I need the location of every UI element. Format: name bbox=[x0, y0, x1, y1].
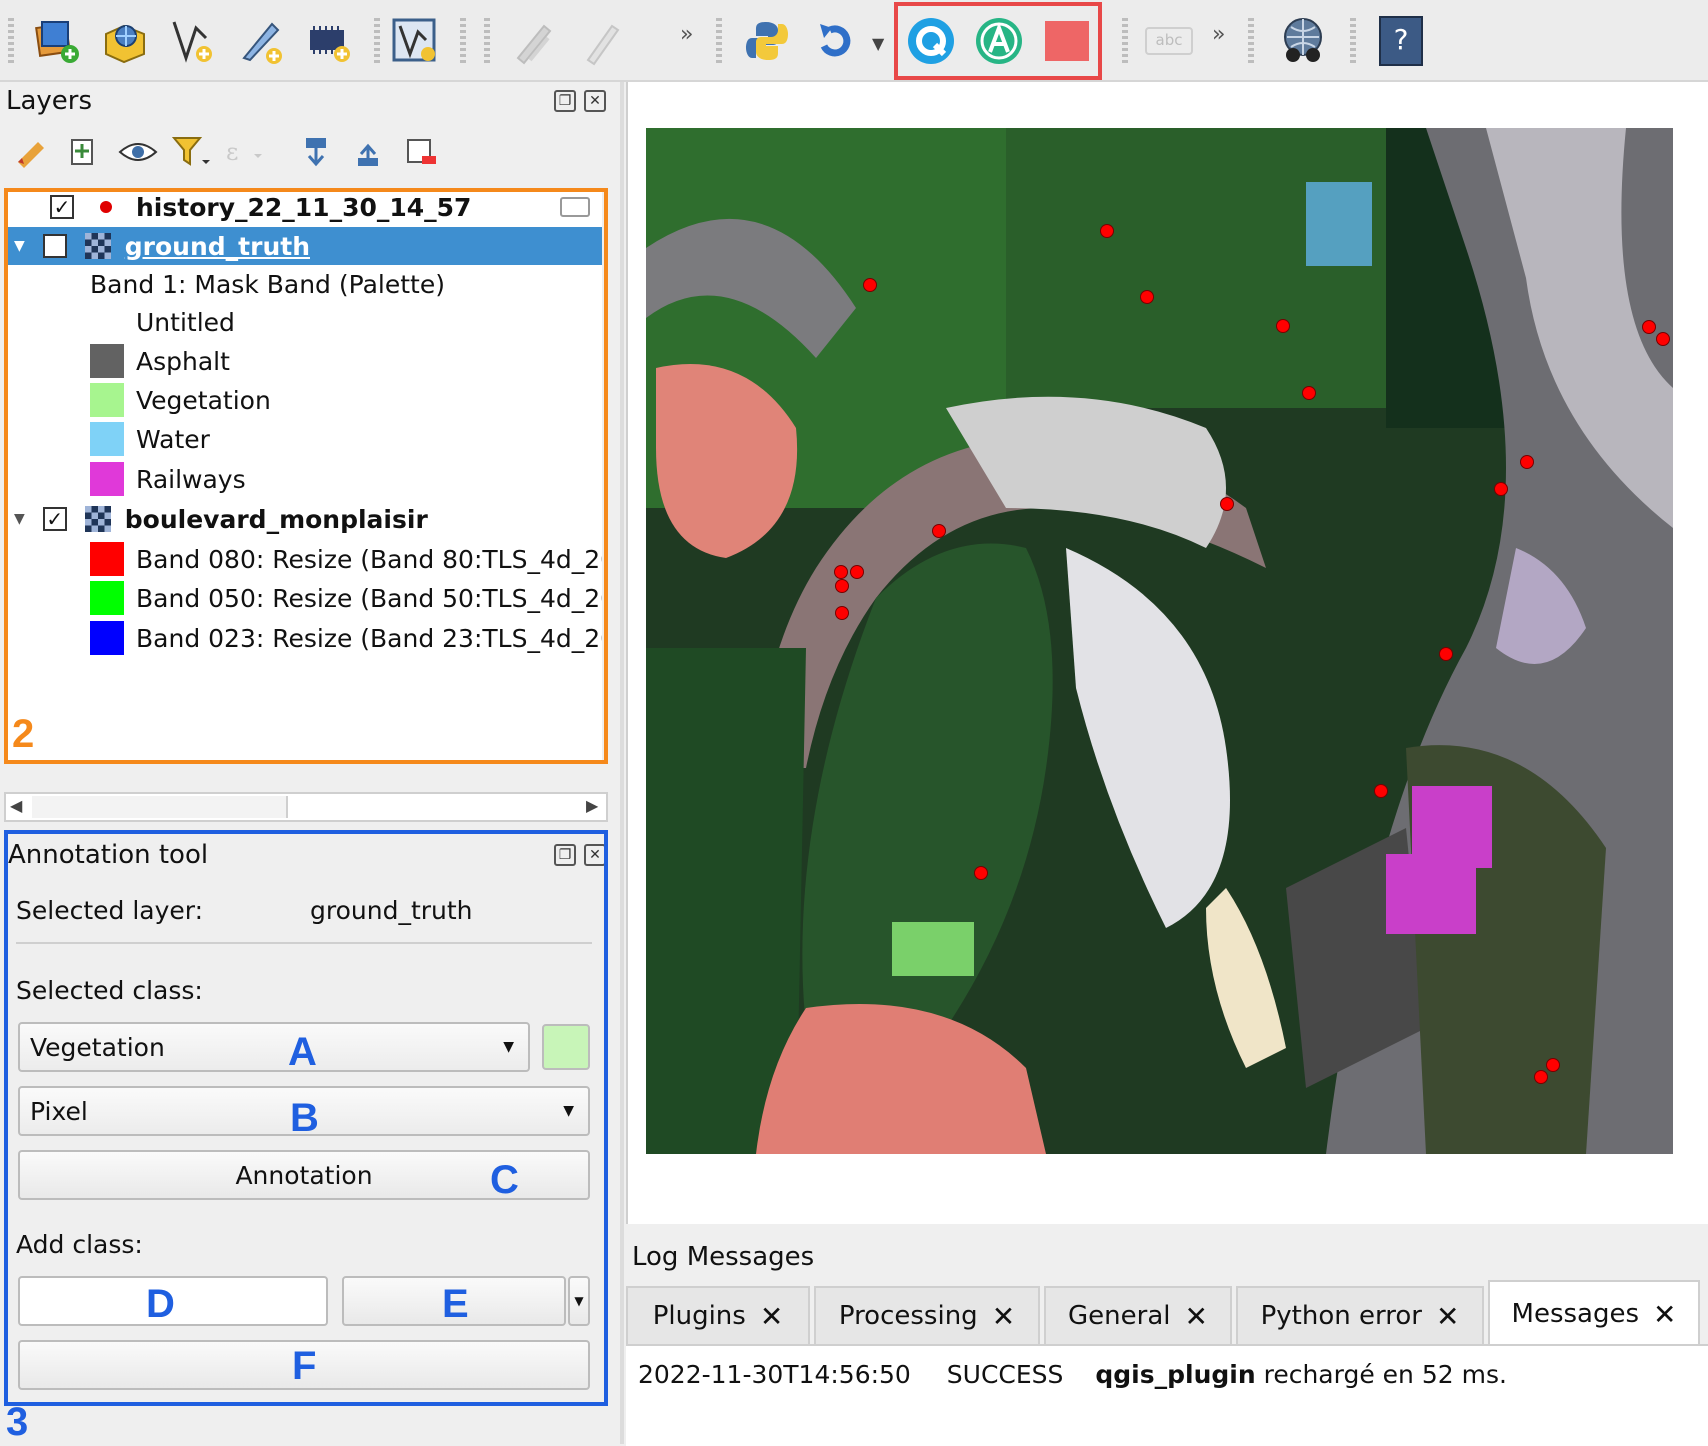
log-timestamp: 2022-11-30T14:56:50 bbox=[638, 1360, 911, 1389]
close-tab-icon[interactable]: ✕ bbox=[1653, 1298, 1676, 1331]
tab-label: Plugins bbox=[652, 1301, 746, 1331]
globe-icon[interactable] bbox=[1276, 14, 1330, 68]
close-tab-icon[interactable]: ✕ bbox=[1185, 1300, 1208, 1333]
layers-panel-title: Layers bbox=[6, 86, 93, 116]
history-point[interactable] bbox=[1439, 647, 1453, 661]
toolbar-overflow-icon[interactable]: » bbox=[680, 22, 693, 47]
close-panel-icon[interactable]: ✕ bbox=[584, 90, 606, 112]
toolbar-grip[interactable] bbox=[8, 18, 14, 64]
history-point[interactable] bbox=[1656, 332, 1670, 346]
tab-plugins[interactable]: Plugins ✕ bbox=[626, 1286, 810, 1344]
undo-dropdown-icon[interactable]: ▼ bbox=[872, 34, 884, 53]
filter-legend-icon[interactable] bbox=[171, 134, 212, 170]
label-abc-icon[interactable]: abc bbox=[1142, 14, 1196, 68]
tab-general[interactable]: General ✕ bbox=[1044, 1286, 1232, 1344]
history-point[interactable] bbox=[1520, 455, 1534, 469]
history-point[interactable] bbox=[1220, 497, 1234, 511]
log-plugin: qgis_plugin bbox=[1095, 1360, 1256, 1389]
add-group-icon[interactable] bbox=[66, 134, 102, 170]
tab-label: Messages bbox=[1511, 1299, 1640, 1329]
new-project-icon[interactable] bbox=[30, 14, 84, 68]
history-point[interactable] bbox=[1374, 784, 1388, 798]
history-point[interactable] bbox=[1140, 290, 1154, 304]
history-point[interactable] bbox=[1302, 386, 1316, 400]
undo-icon[interactable] bbox=[808, 14, 862, 68]
satellite-raster[interactable] bbox=[646, 128, 1673, 1154]
digitize-icon[interactable] bbox=[234, 14, 288, 68]
log-message-area: 2022-11-30T14:56:50 SUCCESS qgis_plugin … bbox=[626, 1344, 1708, 1446]
main-toolbar: » ▼ abc » ? bbox=[0, 0, 1708, 82]
history-point[interactable] bbox=[1276, 319, 1290, 333]
tab-label: Processing bbox=[838, 1301, 978, 1331]
history-point[interactable] bbox=[1494, 482, 1508, 496]
history-point[interactable] bbox=[863, 278, 877, 292]
tab-label: General bbox=[1068, 1301, 1171, 1331]
expand-all-icon[interactable] bbox=[300, 134, 336, 170]
history-point[interactable] bbox=[835, 606, 849, 620]
callout-box-2 bbox=[4, 188, 608, 764]
pencil-icon[interactable] bbox=[574, 14, 628, 68]
dock-splitter[interactable] bbox=[620, 82, 624, 1444]
edit-pencil-icon[interactable] bbox=[506, 14, 560, 68]
tab-python-error[interactable]: Python error ✕ bbox=[1236, 1286, 1484, 1344]
collapse-all-icon[interactable] bbox=[352, 134, 388, 170]
close-tab-icon[interactable]: ✕ bbox=[1436, 1300, 1459, 1333]
remove-layer-icon[interactable] bbox=[404, 134, 440, 170]
history-point[interactable] bbox=[834, 565, 848, 579]
callout-label-3: 3 bbox=[6, 1400, 29, 1444]
visibility-icon[interactable] bbox=[118, 136, 158, 170]
tab-processing[interactable]: Processing ✕ bbox=[814, 1286, 1040, 1344]
help-icon[interactable]: ? bbox=[1374, 14, 1428, 68]
callout-label-2: 2 bbox=[12, 712, 35, 756]
tab-label: Python error bbox=[1260, 1301, 1422, 1331]
log-line: 2022-11-30T14:56:50 SUCCESS qgis_plugin … bbox=[638, 1360, 1507, 1389]
history-point[interactable] bbox=[850, 565, 864, 579]
callout-box-3 bbox=[4, 830, 608, 1406]
close-tab-icon[interactable]: ✕ bbox=[760, 1300, 783, 1333]
scroll-left-icon[interactable]: ◀ bbox=[10, 796, 22, 815]
style-panel-icon[interactable] bbox=[14, 136, 50, 168]
history-point[interactable] bbox=[1100, 224, 1114, 238]
history-point[interactable] bbox=[1546, 1058, 1560, 1072]
open-data-source-icon[interactable] bbox=[98, 14, 152, 68]
history-point[interactable] bbox=[932, 524, 946, 538]
python-icon[interactable] bbox=[740, 14, 794, 68]
scrollbar-thumb[interactable] bbox=[32, 796, 288, 818]
scroll-right-icon[interactable]: ▶ bbox=[586, 796, 598, 815]
svg-text:ε: ε bbox=[226, 138, 238, 166]
history-point[interactable] bbox=[1642, 320, 1656, 334]
close-tab-icon[interactable]: ✕ bbox=[992, 1300, 1015, 1333]
layers-horizontal-scrollbar[interactable]: ◀ ▶ bbox=[4, 792, 608, 822]
toolbar-overflow-2-icon[interactable]: » bbox=[1212, 22, 1225, 47]
tab-messages[interactable]: Messages ✕ bbox=[1488, 1280, 1700, 1346]
log-text: rechargé en 52 ms. bbox=[1263, 1360, 1507, 1389]
history-point[interactable] bbox=[835, 579, 849, 593]
virtual-layer-icon[interactable] bbox=[388, 14, 442, 68]
log-level: SUCCESS bbox=[946, 1360, 1064, 1389]
callout-box-1 bbox=[894, 2, 1102, 80]
history-point[interactable] bbox=[1534, 1070, 1548, 1084]
new-vector-layer-icon[interactable] bbox=[166, 14, 220, 68]
history-point[interactable] bbox=[974, 866, 988, 880]
log-panel-title: Log Messages bbox=[632, 1242, 815, 1272]
filter-expression-icon[interactable]: ε bbox=[224, 134, 264, 170]
new-memory-layer-icon[interactable] bbox=[302, 14, 356, 68]
float-panel-icon[interactable]: ❐ bbox=[554, 90, 576, 112]
